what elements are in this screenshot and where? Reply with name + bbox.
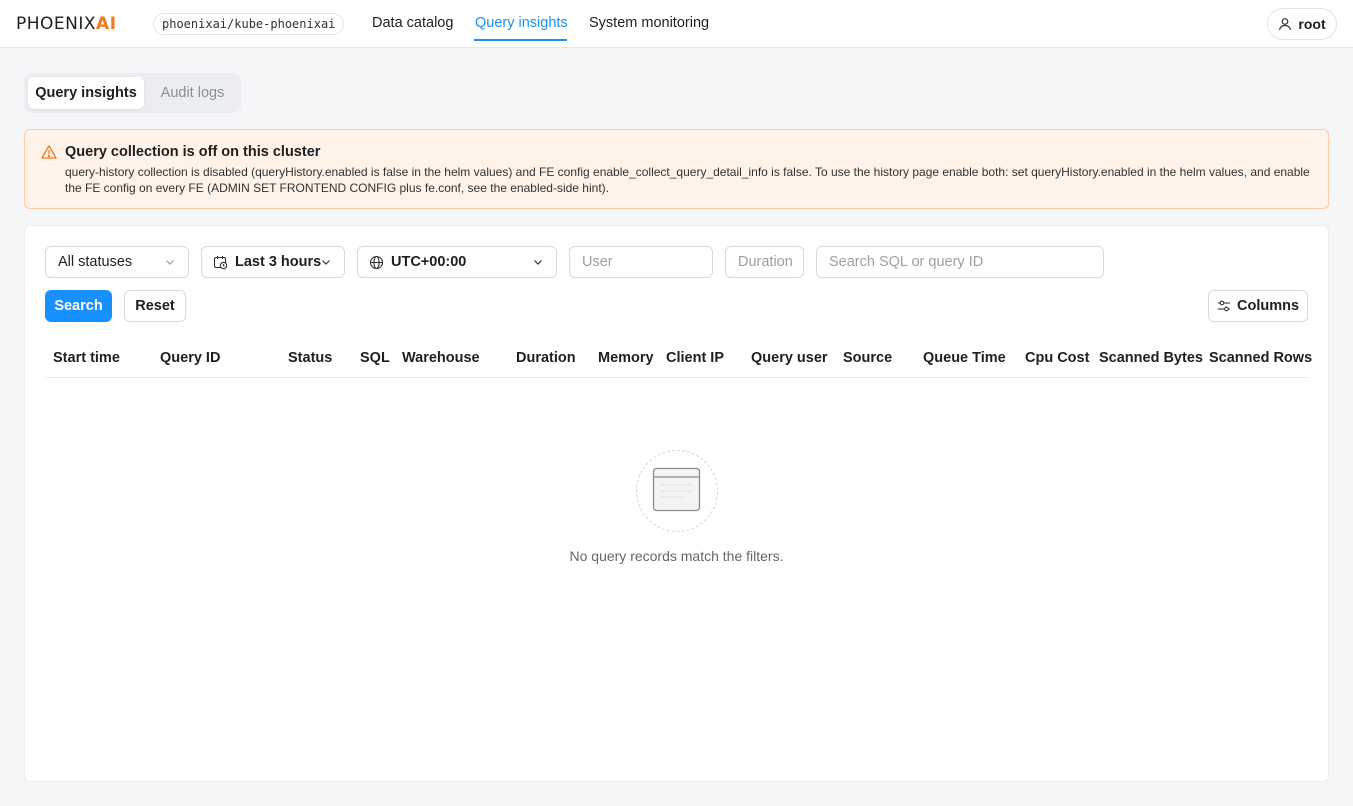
empty-state-message: No query records match the filters.: [569, 548, 784, 564]
timezone-select[interactable]: UTC+00:00: [357, 246, 557, 278]
user-filter-placeholder: User: [582, 254, 613, 270]
column-header-query-user[interactable]: Query user: [751, 350, 828, 366]
column-header-cpu-cost[interactable]: Cpu Cost: [1025, 350, 1089, 366]
alert-message: query-history collection is disabled (qu…: [65, 165, 1310, 195]
chevron-down-icon: [166, 260, 174, 265]
nav-data-catalog[interactable]: Data catalog: [372, 15, 453, 31]
column-header-queue-time[interactable]: Queue Time: [923, 350, 1006, 366]
warning-icon: [41, 145, 57, 159]
time-range-select[interactable]: Last 3 hours: [201, 246, 345, 278]
columns-button-label: Columns: [1236, 298, 1300, 314]
user-name: root: [1298, 16, 1326, 32]
top-navigation-bar: PHOENIXAI phoenixai/kube-phoenixai Data …: [0, 0, 1353, 48]
column-header-query-id[interactable]: Query ID: [160, 350, 220, 366]
timezone-value: UTC+00:00: [391, 254, 467, 270]
user-icon: [1279, 18, 1292, 31]
user-filter-input[interactable]: User: [569, 246, 713, 278]
column-header-warehouse[interactable]: Warehouse: [402, 350, 480, 366]
duration-filter-input[interactable]: Duration: [725, 246, 804, 278]
column-header-start-time[interactable]: Start time: [53, 350, 120, 366]
column-header-source[interactable]: Source: [843, 350, 892, 366]
search-button[interactable]: Search: [45, 290, 112, 322]
time-range-value: Last 3 hours: [235, 254, 322, 270]
tab-query-insights[interactable]: Query insights: [28, 77, 144, 109]
tab-audit-logs[interactable]: Audit logs: [148, 77, 237, 109]
collection-off-alert: Query collection is off on this cluster …: [24, 129, 1329, 209]
page-tabs: Query insights Audit logs: [24, 73, 241, 113]
nav-query-insights[interactable]: Query insights: [475, 15, 568, 31]
column-header-client-ip[interactable]: Client IP: [666, 350, 724, 366]
column-header-memory[interactable]: Memory: [598, 350, 654, 366]
phoenixai-logo[interactable]: PHOENIXAI: [16, 14, 117, 34]
column-header-duration[interactable]: Duration: [516, 350, 576, 366]
status-filter-value: All statuses: [58, 254, 133, 270]
chevron-down-icon: [322, 260, 330, 265]
column-header-sql[interactable]: SQL: [360, 350, 390, 366]
column-header-scanned-rows[interactable]: Scanned Rows: [1209, 350, 1312, 366]
user-menu-button[interactable]: root: [1267, 8, 1337, 40]
nav-system-monitoring[interactable]: System monitoring: [589, 15, 709, 31]
chevron-down-icon: [534, 260, 542, 265]
calendar-clock-icon: [213, 255, 228, 269]
status-filter-select[interactable]: All statuses: [45, 246, 189, 278]
globe-icon: [369, 255, 384, 269]
query-table-header: Start time Query ID Status SQL Warehouse…: [45, 338, 1312, 378]
sql-search-placeholder: Search SQL or query ID: [829, 254, 984, 270]
duration-filter-placeholder: Duration: [738, 254, 793, 270]
empty-state-illustration: [636, 450, 718, 532]
columns-button[interactable]: Columns: [1208, 290, 1308, 322]
sql-search-input[interactable]: Search SQL or query ID: [816, 246, 1104, 278]
active-nav-indicator: [474, 39, 567, 41]
cluster-selector[interactable]: phoenixai/kube-phoenixai: [153, 13, 345, 35]
query-list-card: All statuses Last 3 hours UTC+00:00 User…: [24, 225, 1329, 782]
sliders-icon: [1217, 300, 1230, 312]
reset-button[interactable]: Reset: [124, 290, 186, 322]
column-header-scanned-bytes[interactable]: Scanned Bytes: [1099, 350, 1203, 366]
alert-title: Query collection is off on this cluster: [65, 144, 321, 160]
column-header-status[interactable]: Status: [288, 350, 332, 366]
empty-window-icon: [652, 467, 701, 512]
